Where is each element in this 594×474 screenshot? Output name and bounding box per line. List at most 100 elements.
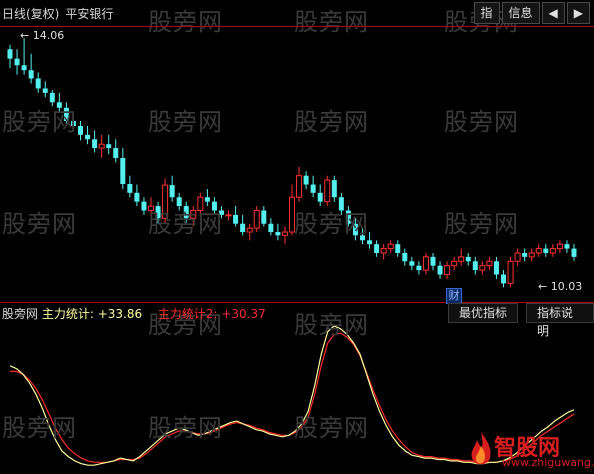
- indicator-legend: 股旁网 主力统计: +33.86 主力统计2: +30.37: [2, 305, 266, 322]
- candle: [493, 256, 499, 279]
- candle: [275, 223, 281, 241]
- candle: [338, 192, 344, 215]
- candle: [225, 210, 232, 221]
- candle: [514, 248, 521, 266]
- candle: [472, 256, 478, 275]
- low-price-label: ← 10.03: [538, 280, 583, 293]
- candle: [219, 206, 224, 219]
- candle: [211, 197, 217, 215]
- series2-value: +30.37: [221, 307, 266, 321]
- header-buttons: 指 信息 ◀ ▶: [473, 2, 590, 24]
- candle: [522, 248, 528, 262]
- candle: [253, 206, 260, 233]
- candle: [402, 248, 408, 266]
- candle: [261, 206, 267, 227]
- series1-label: 主力统计:: [41, 307, 94, 321]
- candle: [7, 44, 13, 69]
- candle: [549, 244, 556, 257]
- candle: [190, 206, 197, 227]
- candle: [14, 49, 20, 75]
- candle: [134, 184, 140, 207]
- candle: [56, 92, 62, 112]
- candle: [197, 192, 204, 215]
- candle: [42, 81, 48, 98]
- candle: [416, 261, 422, 275]
- candle: [437, 261, 443, 279]
- candle: [444, 261, 451, 279]
- series2-label: 主力统计2:: [157, 307, 218, 321]
- candle: [148, 197, 154, 219]
- candle: [49, 90, 55, 107]
- candle: [317, 184, 323, 207]
- candle: [458, 248, 465, 266]
- header-separator: [0, 26, 594, 27]
- candle: [543, 244, 549, 257]
- candle: [106, 134, 112, 155]
- candle: [409, 256, 415, 271]
- candle: [479, 261, 486, 275]
- candle: [85, 126, 91, 145]
- candle: [162, 178, 169, 224]
- flame-icon: [471, 432, 491, 465]
- candle: [535, 244, 542, 257]
- candle: [352, 218, 358, 241]
- prev-arrow-icon[interactable]: ◀: [541, 2, 565, 24]
- candle: [324, 175, 331, 207]
- candle: [395, 240, 401, 257]
- site-logo: 智股网 www.zhiguwang.com: [468, 430, 594, 472]
- info-button[interactable]: 信息: [501, 2, 540, 24]
- candle: [430, 253, 436, 271]
- candle: [70, 111, 76, 131]
- candle: [507, 256, 514, 288]
- candle: [246, 223, 253, 241]
- candle: [281, 226, 288, 245]
- stock-name: 平安银行: [65, 7, 114, 21]
- candle: [303, 171, 309, 189]
- best-indicator-button[interactable]: 最优指标: [448, 303, 519, 323]
- finance-marker-icon[interactable]: 财: [446, 288, 462, 304]
- candle: [113, 139, 119, 163]
- candle: [486, 256, 493, 271]
- candle: [240, 214, 246, 236]
- candle: [360, 228, 365, 245]
- candle: [296, 166, 303, 202]
- candle: [310, 175, 316, 198]
- candle: [422, 253, 429, 275]
- series1-value: +33.86: [97, 307, 143, 321]
- candle: [28, 53, 34, 84]
- candle: [571, 244, 577, 261]
- candle: [141, 197, 147, 215]
- candle: [556, 240, 563, 254]
- candle: [451, 256, 458, 271]
- candle: [367, 232, 373, 249]
- candle: [78, 121, 83, 141]
- candle: [387, 240, 394, 254]
- header-title: 日线(复权) 平安银行: [2, 5, 113, 22]
- period-label[interactable]: 日线(复权): [2, 7, 59, 21]
- candle: [528, 248, 535, 262]
- high-price-label: ← 14.06: [20, 29, 65, 42]
- candle: [98, 134, 105, 159]
- candle: [92, 130, 98, 153]
- candle: [127, 175, 133, 198]
- candle: [233, 206, 239, 227]
- next-arrow-icon[interactable]: ▶: [566, 2, 590, 24]
- candle: [63, 102, 69, 127]
- kline-terminal: 股旁网 股旁网 股旁网 股旁网 股旁网 股旁网 股旁网 股旁网 股旁网 股旁网 …: [0, 0, 594, 474]
- candle: [380, 244, 387, 260]
- candle: [176, 192, 182, 211]
- indicator-help-button[interactable]: 指标说明: [526, 303, 594, 338]
- candle: [35, 72, 41, 93]
- candle: [374, 240, 380, 257]
- candle: [183, 201, 189, 224]
- candle: [155, 201, 161, 224]
- candle: [501, 270, 506, 288]
- chart-canvas[interactable]: [0, 0, 594, 474]
- candle: [465, 253, 471, 266]
- chart-header: 日线(复权) 平安银行 指 信息 ◀ ▶: [0, 0, 594, 26]
- candle: [345, 206, 351, 227]
- indicator-button[interactable]: 指: [473, 2, 500, 24]
- candle: [268, 218, 274, 236]
- candle: [289, 184, 295, 236]
- candle: [120, 148, 126, 189]
